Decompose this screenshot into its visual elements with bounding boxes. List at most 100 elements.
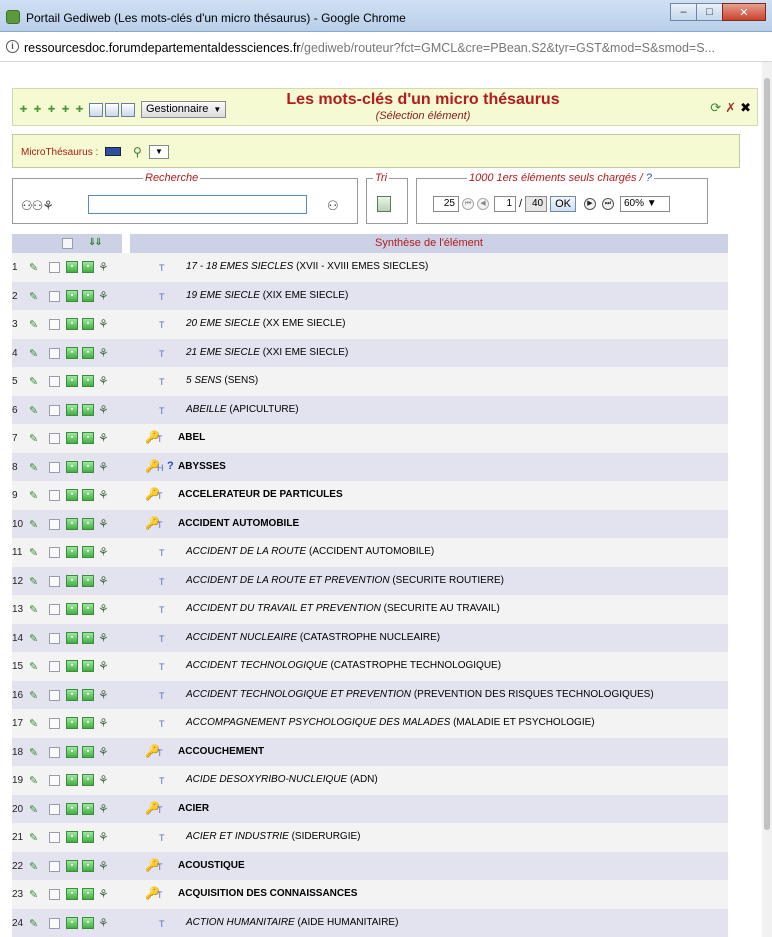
hierarchy-icon[interactable]: ⚘ bbox=[98, 916, 109, 930]
edit-icon[interactable]: ✎ bbox=[29, 774, 38, 787]
hierarchy-icon[interactable]: ⚘ bbox=[98, 745, 109, 759]
row-checkbox[interactable] bbox=[49, 262, 60, 273]
term-cell[interactable]: ACCIDENT DE LA ROUTE ET PREVENTION (SECU… bbox=[186, 575, 504, 586]
row-checkbox[interactable] bbox=[49, 547, 60, 558]
hierarchy-icon[interactable]: ⚘ bbox=[98, 488, 109, 502]
per-page-input[interactable]: 25 bbox=[433, 196, 459, 212]
detail-icon[interactable]: ▪ bbox=[82, 745, 94, 758]
edit-document-icon[interactable] bbox=[89, 102, 103, 117]
detail-icon[interactable]: ▪ bbox=[82, 517, 94, 530]
detail-icon[interactable]: ▪ bbox=[82, 717, 94, 729]
term-cell[interactable]: ACOUSTIQUE bbox=[178, 860, 245, 871]
row-checkbox[interactable] bbox=[49, 661, 60, 672]
detail-icon[interactable]: ▪ bbox=[82, 546, 94, 558]
detail-icon[interactable]: ▪ bbox=[82, 774, 94, 786]
hierarchy-icon[interactable]: ⚘ bbox=[98, 517, 109, 531]
detail-icon[interactable]: ▪ bbox=[82, 346, 94, 359]
row-checkbox[interactable] bbox=[49, 290, 60, 302]
table-row[interactable]: 13 ✎ ▪ ▪ ⚘ T ACCIDENT DU TRAVAIL ET PREVENTION… bbox=[12, 595, 728, 624]
term-cell[interactable]: ACCELERATEUR DE PARTICULES bbox=[178, 489, 343, 500]
row-checkbox[interactable] bbox=[49, 404, 60, 416]
select-icon[interactable]: ▪ bbox=[66, 318, 78, 330]
row-checkbox[interactable] bbox=[49, 490, 60, 501]
edit-icon[interactable]: ✎ bbox=[29, 660, 38, 673]
table-row[interactable]: 4 ✎ ▪ ▪ ⚘ T 21 EME SIECLE (XXI EME SIECLE) bbox=[12, 338, 728, 367]
edit-icon[interactable]: ✎ bbox=[29, 461, 38, 474]
row-checkbox[interactable] bbox=[49, 347, 60, 359]
table-row[interactable]: 24 ✎ ▪ ▪ ⚘ T ACTION HUMANITAIRE (AIDE HUMANITA… bbox=[12, 908, 728, 937]
edit-icon[interactable]: ✎ bbox=[29, 632, 38, 645]
term-cell[interactable]: ABEL bbox=[178, 432, 205, 443]
term-cell[interactable]: 17 - 18 EMES SIECLES (XVII - XVIII EMES … bbox=[186, 261, 428, 272]
detail-icon[interactable]: ▪ bbox=[82, 916, 94, 929]
clear-selection-icon[interactable]: ✗ bbox=[725, 100, 736, 116]
next-page-icon[interactable]: ▶ bbox=[583, 198, 596, 210]
hierarchy-icon[interactable]: ⚘ bbox=[98, 802, 109, 816]
detail-icon[interactable]: ▪ bbox=[82, 403, 94, 416]
row-checkbox[interactable] bbox=[49, 718, 60, 729]
refresh-icon[interactable]: ⟳ bbox=[710, 100, 721, 116]
row-checkbox[interactable] bbox=[49, 832, 60, 843]
table-row[interactable]: 5 ✎ ▪ ▪ ⚘ T 5 SENS (SENS) bbox=[12, 367, 728, 396]
first-page-icon[interactable]: ⏮ bbox=[462, 198, 474, 210]
print-icon[interactable] bbox=[105, 102, 119, 117]
hierarchy-icon[interactable]: ⚘ bbox=[98, 887, 109, 901]
edit-icon[interactable]: ✎ bbox=[29, 404, 38, 417]
edit-icon[interactable]: ✎ bbox=[29, 347, 38, 360]
edit-icon[interactable]: ✎ bbox=[29, 689, 38, 702]
row-checkbox[interactable] bbox=[49, 632, 60, 644]
term-cell[interactable]: ACIER ET INDUSTRIE (SIDERURGIE) bbox=[186, 831, 360, 842]
table-row[interactable]: 3 ✎ ▪ ▪ ⚘ T 20 EME SIECLE (XX EME SIECLE) bbox=[12, 310, 728, 339]
term-cell[interactable]: ACCIDENT TECHNOLOGIQUE ET PREVENTION (PR… bbox=[186, 689, 654, 700]
table-row[interactable]: 17 ✎ ▪ ▪ ⚘ T ACCOMPAGNEMENT PSYCHOLOGIQUE DES … bbox=[12, 709, 728, 738]
detail-icon[interactable]: ▪ bbox=[82, 660, 94, 672]
select-icon[interactable]: ▪ bbox=[66, 289, 78, 302]
hierarchy-icon[interactable]: ⚘ bbox=[98, 431, 109, 445]
select-icon[interactable]: ▪ bbox=[66, 688, 78, 701]
help-link[interactable]: ? bbox=[646, 172, 652, 184]
select-icon[interactable]: ▪ bbox=[66, 489, 78, 501]
url-text[interactable]: ressourcesdoc.forumdepartementaldesscien… bbox=[24, 41, 715, 55]
hierarchy-icon[interactable]: ⚘ bbox=[98, 545, 109, 559]
hierarchy-icon[interactable]: ⚘ bbox=[98, 289, 109, 303]
minimize-button[interactable]: – bbox=[670, 3, 697, 21]
close-button[interactable]: ✕ bbox=[722, 3, 766, 21]
edit-icon[interactable]: ✎ bbox=[29, 831, 38, 844]
edit-icon[interactable]: ✎ bbox=[29, 261, 38, 274]
edit-icon[interactable]: ✎ bbox=[29, 489, 38, 502]
term-cell[interactable]: ACTION HUMANITAIRE (AIDE HUMANITAIRE) bbox=[186, 917, 398, 928]
detail-icon[interactable]: ▪ bbox=[82, 289, 94, 302]
previous-page-icon[interactable]: ◀ bbox=[477, 198, 489, 210]
term-cell[interactable]: 5 SENS (SENS) bbox=[186, 375, 258, 386]
hierarchy-icon[interactable]: ⚘ bbox=[98, 574, 109, 588]
edit-icon[interactable]: ✎ bbox=[29, 432, 38, 445]
edit-icon[interactable]: ✎ bbox=[29, 888, 38, 901]
hierarchy-icon[interactable]: ⚘ bbox=[98, 688, 109, 702]
select-icon[interactable]: ▪ bbox=[66, 888, 78, 900]
hierarchy-icon[interactable]: ⚘ bbox=[98, 859, 109, 873]
detail-icon[interactable]: ▪ bbox=[82, 888, 94, 900]
edit-icon[interactable]: ✎ bbox=[29, 575, 38, 588]
term-cell[interactable]: ACCIDENT DU TRAVAIL ET PREVENTION (SECUR… bbox=[186, 603, 500, 614]
select-icon[interactable]: ▪ bbox=[66, 261, 78, 273]
detail-icon[interactable]: ▪ bbox=[82, 460, 94, 473]
table-row[interactable]: 9 ✎ ▪ ▪ ⚘ 🔑 T ACCELERATEUR DE PARTICULES bbox=[12, 481, 728, 510]
microthesaurus-dropdown[interactable]: ▼ bbox=[149, 145, 169, 159]
term-cell[interactable]: ACCIDENT AUTOMOBILE bbox=[178, 518, 299, 529]
table-row[interactable]: 18 ✎ ▪ ▪ ⚘ 🔑 T ACCOUCHEMENT bbox=[12, 737, 728, 766]
select-icon[interactable]: ▪ bbox=[66, 660, 78, 672]
edit-icon[interactable]: ✎ bbox=[29, 717, 38, 730]
edit-icon[interactable]: ✎ bbox=[29, 290, 38, 303]
select-icon[interactable]: ▪ bbox=[66, 802, 78, 815]
next-icon[interactable]: ✚ bbox=[47, 105, 56, 114]
edit-icon[interactable]: ✎ bbox=[29, 318, 38, 331]
select-icon[interactable]: ▪ bbox=[66, 546, 78, 558]
edit-icon[interactable]: ✎ bbox=[29, 518, 38, 531]
select-icon[interactable]: ▪ bbox=[66, 346, 78, 359]
hierarchy-icon[interactable]: ⚘ bbox=[98, 460, 109, 474]
select-icon[interactable]: ▪ bbox=[66, 717, 78, 729]
row-checkbox[interactable] bbox=[49, 575, 60, 587]
table-row[interactable]: 1 ✎ ▪ ▪ ⚘ T 17 - 18 EMES SIECLES (XVII - XVIII… bbox=[12, 253, 728, 282]
hierarchy-icon[interactable]: ⚘ bbox=[98, 374, 109, 388]
hierarchy-icon[interactable]: ⚘ bbox=[98, 260, 109, 274]
